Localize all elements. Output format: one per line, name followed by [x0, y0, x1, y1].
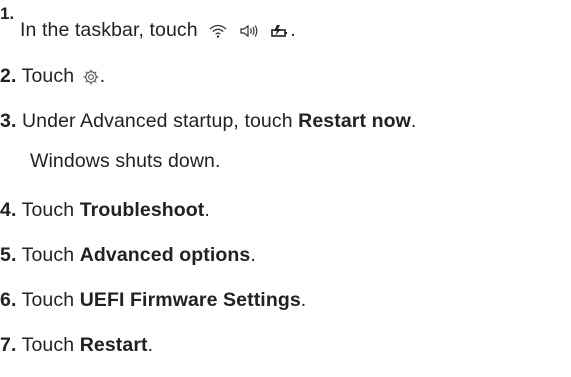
step-instruction: Under Advanced startup, touch — [22, 110, 299, 132]
step-target: Troubleshoot — [79, 199, 205, 221]
step-number: 7. — [0, 334, 17, 356]
step-end: . — [99, 65, 106, 87]
step-target: Restart now — [298, 110, 411, 132]
step-end: . — [410, 110, 417, 132]
step-4: 4. Touch Troubleshoot. — [0, 198, 210, 222]
wifi-icon — [209, 23, 227, 39]
step-end: . — [204, 199, 210, 221]
gear-icon — [82, 68, 100, 86]
step-target: UEFI Firmware Settings — [79, 289, 301, 311]
step-3: 3. Under Advanced startup, touch Restart… — [0, 109, 416, 133]
step-2: 2. Touch . — [0, 64, 105, 88]
step-number: 1. — [0, 4, 15, 23]
step-number: 6. — [0, 289, 17, 311]
step-5: 5. Touch Advanced options. — [0, 243, 256, 267]
instruction-list: 1. In the taskbar, touch . 2. Touch . 3.… — [0, 0, 571, 377]
step-instruction: Touch — [21, 65, 75, 87]
step-text: In the taskbar, touch . — [20, 18, 296, 42]
step-3-result: Windows shuts down. — [30, 150, 221, 172]
step-6: 6. Touch UEFI Firmware Settings. — [0, 288, 306, 312]
step-instruction: Touch — [21, 199, 80, 221]
step-number: 4. — [0, 199, 17, 221]
speaker-icon — [239, 23, 259, 39]
step-target: Restart — [79, 334, 148, 356]
step-instruction: In the taskbar, touch — [20, 19, 198, 41]
step-end: . — [147, 334, 154, 356]
step-number: 2. — [0, 65, 17, 87]
battery-icon — [270, 23, 290, 39]
step-number: 5. — [0, 244, 17, 266]
step-number: 3. — [0, 110, 17, 132]
step-end: . — [290, 19, 296, 41]
step-target: Advanced options — [79, 244, 251, 266]
step-instruction: Touch — [21, 244, 80, 266]
step-7: 7. Touch Restart. — [0, 333, 153, 357]
step-instruction: Touch — [21, 289, 80, 311]
step-end: . — [250, 244, 256, 266]
step-end: . — [300, 289, 307, 311]
step-instruction: Touch — [21, 334, 80, 356]
